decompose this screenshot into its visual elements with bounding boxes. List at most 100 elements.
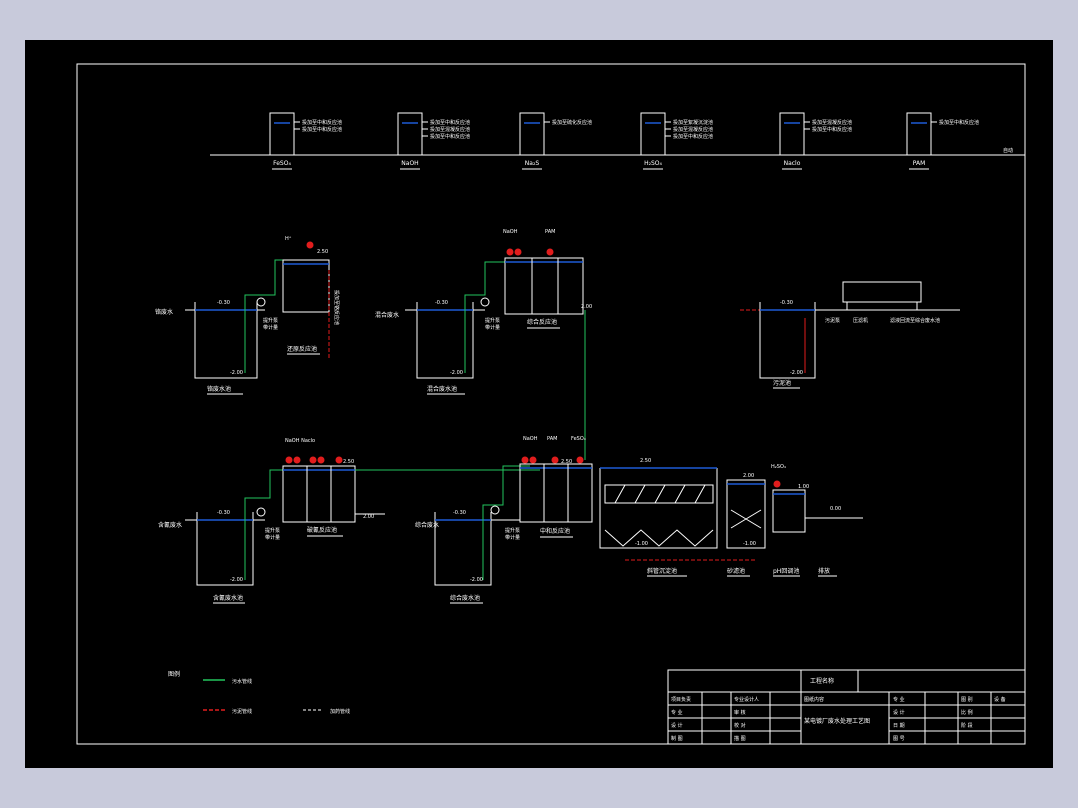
sand-filter-level-bottom: -1.00 [743, 541, 756, 547]
u5-pump-label: 提升泵 [505, 527, 520, 534]
tb-m2-c2: 阶 段 [961, 722, 973, 729]
tb-m1-c0: 设 计 [893, 709, 905, 716]
u4-pump-sub: 带计量 [265, 534, 280, 541]
u3-level-top: -0.30 [780, 300, 793, 306]
tb-r3-c2: 描 图 [734, 735, 746, 742]
u4-inlet-label: 含氰废水 [158, 521, 182, 529]
dosing-target-0-0: 投加至中和反应池 [302, 119, 342, 126]
legend-dosing-label: 加药管线 [330, 708, 350, 715]
dosing-tank-label-5: PAM [913, 160, 926, 167]
u1-dose-label: H⁺ [285, 236, 292, 242]
u4-dose-icon-1 [285, 456, 293, 464]
dosing-tank-label-3: H₂SO₄ [644, 160, 662, 167]
u2-dose-icon-2 [514, 248, 522, 256]
u4-dose-icon-3 [309, 456, 317, 464]
u5-pump-sub: 带计量 [505, 534, 520, 541]
u2-level-bottom: -2.00 [450, 370, 463, 376]
ph-level: 1.00 [798, 484, 809, 490]
u1-inlet-label: 铬废水 [155, 308, 173, 316]
u5-pump-icon [490, 505, 500, 515]
u4-level-reactor: 2.50 [343, 459, 354, 465]
tb-m0-c0: 专 业 [893, 696, 905, 703]
legend-water-label: 污水管线 [232, 678, 252, 685]
dosing-tank-3 [640, 112, 666, 156]
tb-r0-c0: 项目负责 [671, 696, 691, 703]
tb-m0-c2: 图 别 [961, 696, 973, 703]
title-block-frame [667, 669, 1026, 745]
tb-r2-c0: 设 计 [671, 722, 683, 729]
dosing-tank-0 [269, 112, 295, 156]
u5-dose-icon-3 [551, 456, 559, 464]
u5-reactor-label: 中和反应池 [540, 527, 570, 535]
press-filter-icon [842, 281, 922, 303]
u5-dose-icon-2 [529, 456, 537, 464]
u1-level-top: -0.30 [217, 300, 230, 306]
unit-final-treatment: 2.50 -1.00 斜管沉淀池 2.00 -1.00 砂滤池 H₂SO₄ 1.… [599, 458, 863, 577]
unit-chromium: 铬废水 -0.30 -2.00 提升泵 带计量 铬废水池 H⁺ 2.50 投加至… [155, 236, 340, 395]
u2-dose-label-2: PAM [545, 229, 555, 235]
tb-m0-c3: 设 备 [994, 696, 1006, 703]
u3-tank [759, 302, 816, 379]
title-block: 工程名称 项目负责 专业设计人 专 业 审 核 设 计 校 对 制 图 描 图 … [667, 669, 1026, 745]
u4-level-top: -0.30 [217, 510, 230, 516]
dosing-target-5-0: 投加至中和反应池 [939, 119, 979, 126]
dosing-target-1-2: 投加至中和反应池 [430, 133, 470, 140]
u2-level-top: -0.30 [435, 300, 448, 306]
u2-pump-sub: 带计量 [485, 324, 500, 331]
u1-tank [194, 302, 258, 379]
outlet-label: 排放 [818, 567, 830, 575]
u5-dose-icon-1 [521, 456, 529, 464]
u2-reactor-label: 综合反应池 [527, 318, 557, 326]
ph-dose-label: H₂SO₄ [771, 464, 786, 470]
u1-pump-label: 提升泵 [263, 317, 278, 324]
drawing-border [76, 63, 1026, 745]
u2-reactor [504, 257, 584, 315]
dosing-target-4-1: 投加至中和反应池 [812, 126, 852, 133]
u5-reactor [519, 463, 593, 523]
u4-reactor [282, 465, 356, 523]
sand-filter-label: 砂滤池 [727, 567, 745, 575]
u4-dose-icon-2 [293, 456, 301, 464]
legend-sludge-label: 污泥管线 [232, 708, 252, 715]
tb-r1-c2: 审 核 [734, 709, 746, 716]
sand-filter [726, 479, 766, 549]
tube-hatch5 [694, 484, 706, 504]
dosing-target-3-0: 投加至絮凝沉淀池 [673, 119, 713, 126]
tb-r2-c2: 校 对 [734, 722, 746, 729]
u4-pump-pipe [244, 469, 355, 580]
u4-pump-icon [256, 507, 266, 517]
u5-level-reactor: 2.50 [561, 459, 572, 465]
ph-tank-label: pH回调池 [773, 567, 799, 575]
u1-level-reactor: 2.50 [317, 249, 328, 255]
tb-m3-c0: 图 号 [893, 736, 905, 742]
tb-project-label: 工程名称 [810, 677, 834, 685]
dosing-tank-5 [906, 112, 932, 156]
u4-dose-icon-5 [335, 456, 343, 464]
u4-level-outlet: 2.00 [363, 514, 374, 520]
dosing-target-3-2: 投加至中和反应池 [673, 133, 713, 140]
settler-level-bottom: -1.00 [635, 541, 648, 547]
outlet-level: 0.00 [830, 506, 841, 512]
dosing-tank-label-2: Na₂S [525, 160, 540, 167]
u3-tank-label: 污泥池 [773, 379, 791, 387]
tb-r3-c0: 制 图 [671, 735, 683, 742]
tb-drawing-label: 图纸内容 [804, 696, 824, 703]
tube-hatch2 [634, 484, 646, 504]
u2-tank-label: 混合废水池 [427, 385, 457, 393]
dosing-tank-label-4: Naclo [784, 160, 801, 167]
sand-filter-level-top: 2.00 [743, 473, 754, 479]
u2-level-reactor: 2.00 [581, 304, 592, 310]
tb-r0-c2: 专业设计人 [734, 696, 759, 703]
process-flow-diagram: 自动 FeSO₄投加至中和反应池投加至中和反应池NaOH投加至中和反应池投加至混… [76, 63, 1026, 745]
u1-pump-icon [256, 297, 266, 307]
dosing-target-0-1: 投加至中和反应池 [302, 126, 342, 133]
u5-dose-label-3: FeSO₄ [571, 436, 586, 442]
dosing-tank-label-0: FeSO₄ [273, 160, 291, 167]
u4-dose-label: NaOH Naclo [285, 438, 315, 444]
u3-label-pump: 污泥泵 [825, 317, 840, 324]
u1-pump-sub: 带计量 [263, 324, 278, 331]
settler-tank [599, 468, 718, 549]
u4-tank-label: 含氰废水池 [213, 594, 243, 602]
u4-reactor-label: 破氰反应池 [307, 526, 337, 534]
dosing-target-4-0: 投加至混凝反应池 [812, 119, 852, 126]
